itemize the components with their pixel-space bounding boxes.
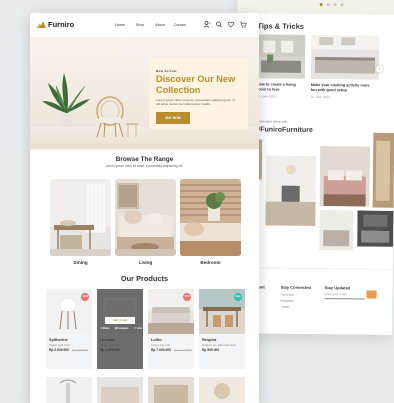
product-card-hovered[interactable]: Leviosa Stylish cafe chair Rp 2.500.000 … [97,289,143,369]
hero-banner: New Arrival Discover Our New Collection … [30,37,259,149]
product-card[interactable] [148,377,194,403]
range-label-bedroom: Bedroom [200,260,221,265]
product-price: Rp 500.000 [202,348,220,352]
gallery-image [372,132,394,208]
product-card[interactable]: -50% Lolito Luxury big sofa Rp 7.000.000… [148,289,194,369]
product-name: Lolito [151,337,162,342]
footer-link[interactable]: Facebook [281,293,294,297]
product-card[interactable] [46,377,92,403]
brand-name: Furniro [48,20,75,29]
compare-button[interactable]: ⇄ Compare [115,327,129,330]
product-name: Respira [202,337,217,342]
hashtag-title: #FuniroFurniture [256,126,313,134]
footer-link[interactable]: Instagram [281,299,294,303]
cart-icon[interactable] [239,21,247,28]
range-card-bedroom[interactable] [180,179,241,256]
gallery-image [265,155,317,227]
newsletter-submit-button[interactable] [366,290,377,299]
newsletter-email-input[interactable]: Enter your email [324,292,365,300]
new-badge: New [234,293,242,301]
tip-date-1: 01 June 2022 [256,94,277,99]
product-card[interactable] [199,377,245,403]
share-text: Share your setup with [256,119,288,124]
sale-badge: -30% [81,293,89,301]
range-label-dining: Dining [73,260,88,265]
product-hover-overlay: Add to cart < Share ⇄ Compare ♡ Like [97,289,143,369]
nav-icons [203,21,247,28]
product-description: Luxury big sofa [151,343,170,347]
tip-caption-1[interactable]: How to create a living room to love [257,82,305,93]
product-card[interactable]: -30% Syltherine Stylish cafe chair Rp 2.… [46,289,92,369]
share-button[interactable]: < Share [100,327,109,330]
hero-description: Lorem ipsum dolor sit amet, consectetur … [156,98,236,106]
product-actions: < Share ⇄ Compare ♡ Like [100,327,142,330]
product-name: Syltherine [49,337,68,342]
hero-card: New Arrival Discover Our New Collection … [149,58,248,129]
product-price: Rp 2.500.000 [49,348,69,352]
tip-date-2: 01 June 2022 [310,94,331,100]
like-button[interactable]: ♡ Like [134,327,142,330]
tip-caption-2[interactable]: Make your cooking activity more fun with… [311,83,371,94]
user-icon[interactable] [203,21,211,28]
product-description: Stylish cafe chair [49,343,71,347]
products-title: Our Products [120,274,169,283]
share-label: Share [102,327,110,330]
tips-title: Tips & Tricks [257,21,305,31]
product-old-price: Rp 3.500.000 [72,348,89,352]
hero-title: Discover Our New Collection [156,74,236,95]
add-to-cart-button[interactable]: Add to cart [105,317,135,324]
hero-kicker: New Arrival [156,69,177,73]
footer-col-updated: Stay Updated [324,285,351,291]
gallery-image [319,146,371,207]
nav-link-shop[interactable]: Shop [130,23,150,27]
footer-link[interactable]: Twitter [280,305,289,309]
gallery-image [357,210,394,247]
range-subtitle: Lorem ipsum dolor sit amet, consectetur … [105,164,184,168]
brand-logo[interactable]: Furniro [37,20,74,29]
buy-now-button[interactable]: BUY NOW [156,112,190,124]
carousel-dots[interactable] [319,3,344,7]
chevron-right-icon[interactable]: › [375,65,384,73]
search-icon[interactable] [215,21,223,28]
range-title: Browse The Range [115,156,174,163]
heart-icon[interactable] [227,21,235,28]
product-old-price: Rp 14.000.000 [174,348,192,352]
hero-room-illustration [42,73,138,138]
range-card-living[interactable] [115,179,176,256]
range-label-living: Living [138,260,153,265]
nav-links: Home Shop About Contact [110,23,190,27]
product-description: Outdoor bar table and stool [202,343,236,347]
top-navbar: Furniro Home Shop About Contact [30,13,259,37]
like-label: Like [136,327,142,330]
tip-image-2[interactable] [310,34,380,80]
nav-link-home[interactable]: Home [110,23,130,27]
front-page-preview: Furniro Home Shop About Contact New Arri… [30,13,259,403]
compare-label: Compare [117,327,129,330]
nav-link-about[interactable]: About [150,23,170,27]
nav-link-contact[interactable]: Contact [170,23,190,27]
sale-badge: -50% [183,293,191,301]
range-card-dining[interactable] [50,179,111,256]
footer-col-connected: Stay Connected [280,284,311,290]
product-card[interactable] [97,377,143,403]
product-card[interactable]: New Respira Outdoor bar table and stool … [199,289,245,369]
furniro-logo-icon [37,21,46,28]
previous-section-band [237,0,394,15]
gallery-image [319,210,354,251]
tip-image-1[interactable] [256,34,306,79]
product-price: Rp 7.000.000 [151,348,171,352]
